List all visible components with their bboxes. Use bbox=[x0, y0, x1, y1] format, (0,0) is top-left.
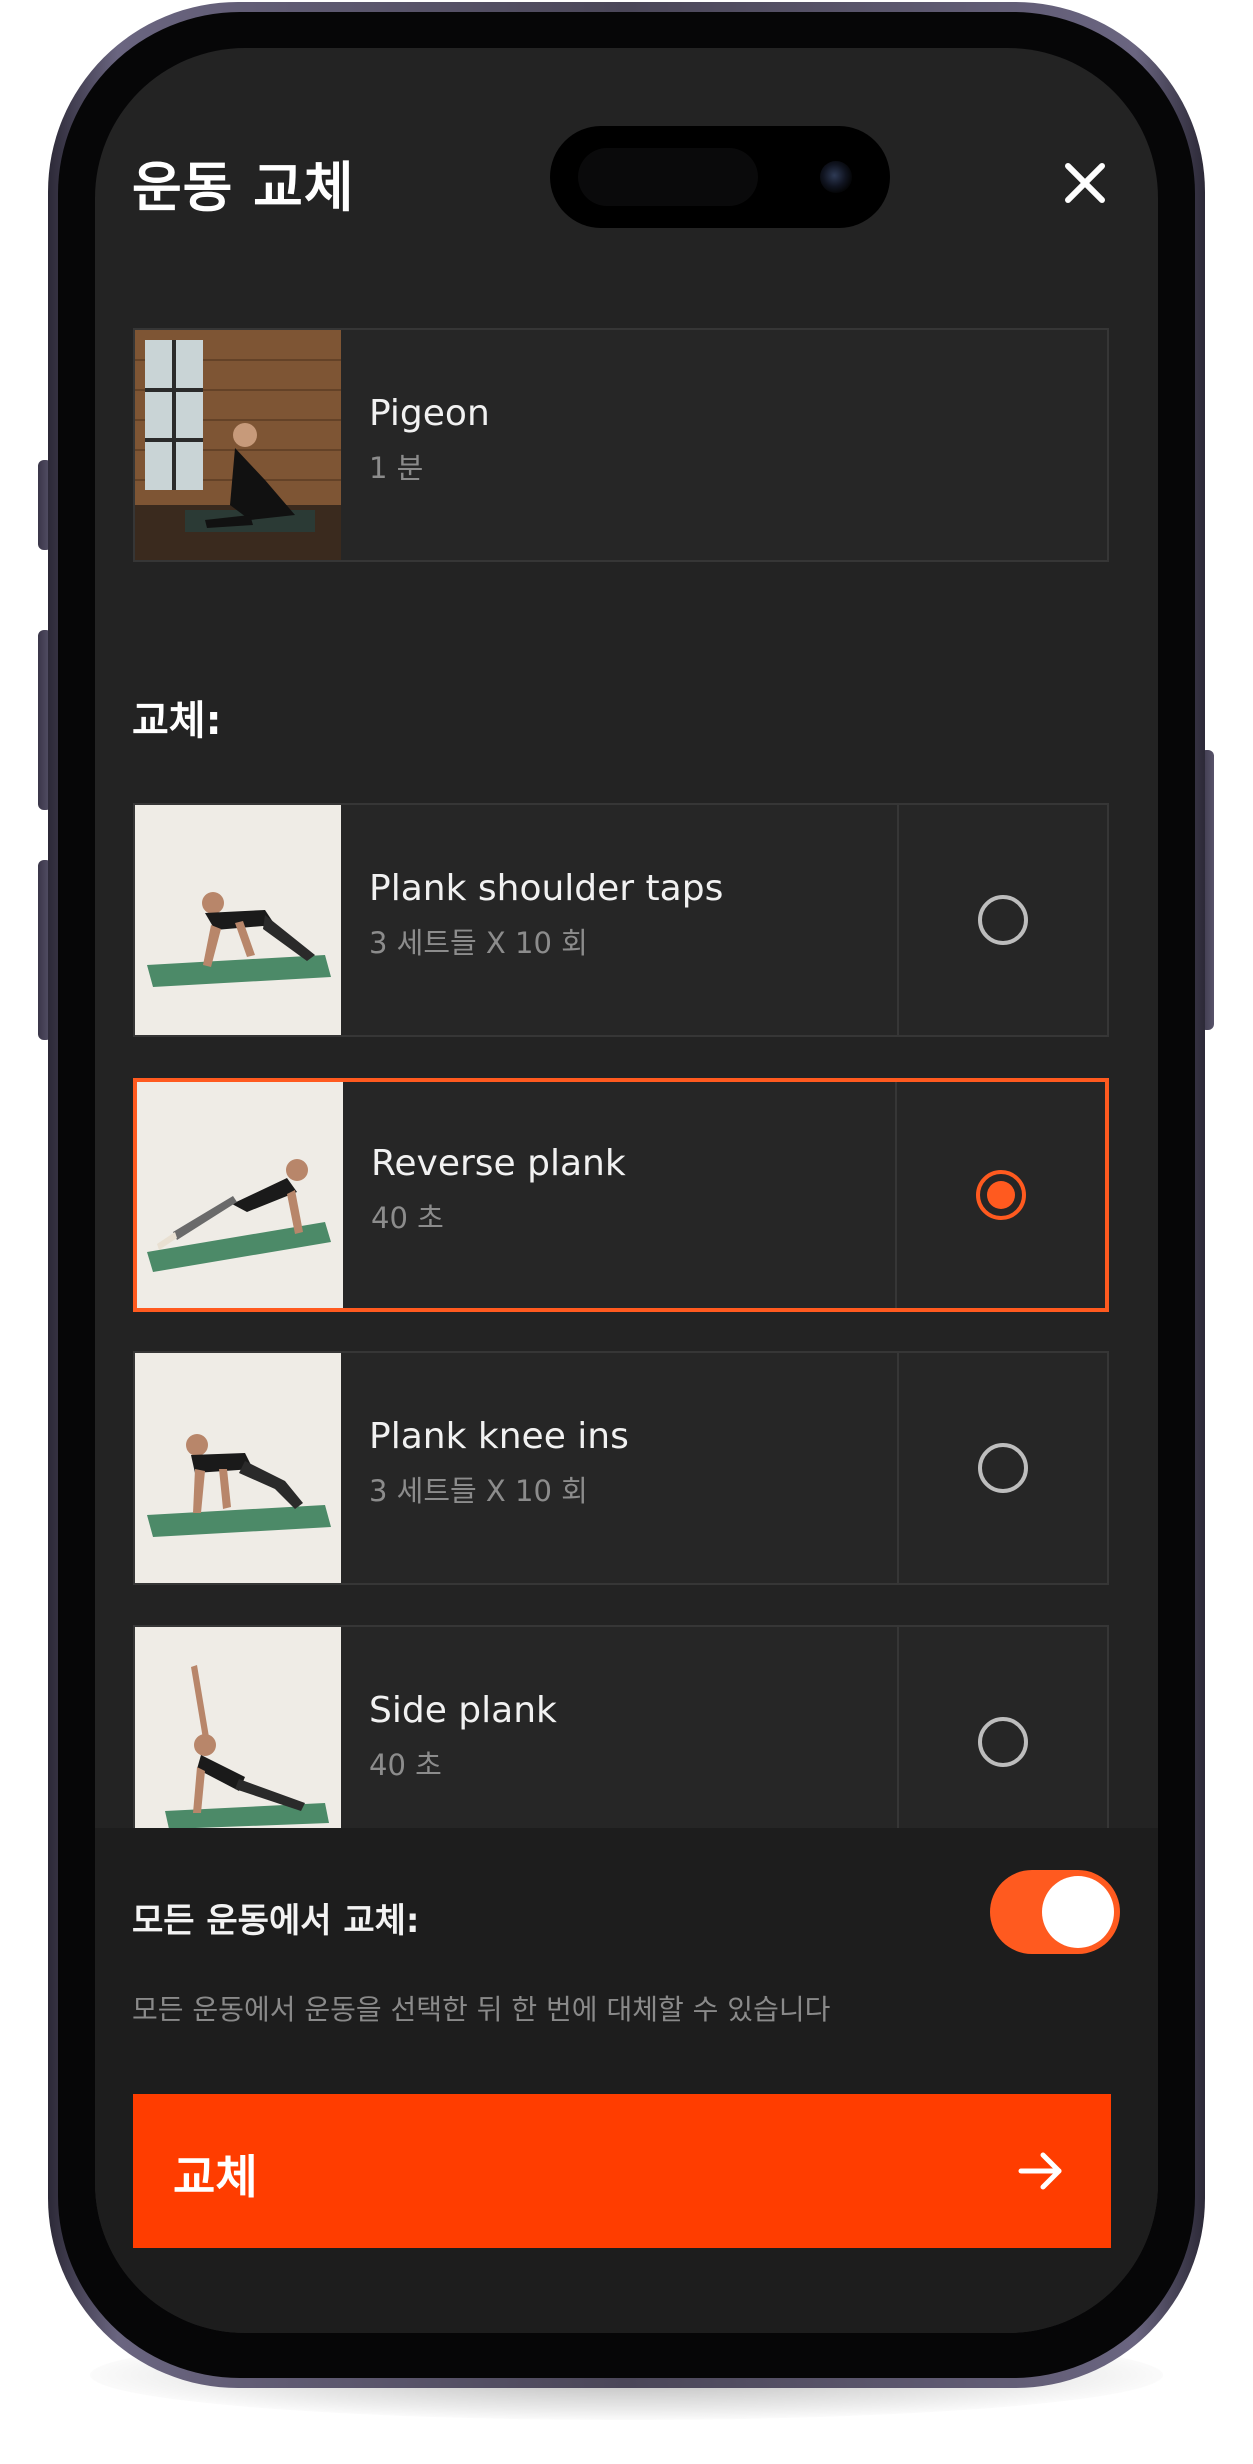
radio-icon[interactable] bbox=[978, 895, 1028, 945]
exercise-detail: 40 초 bbox=[369, 1748, 442, 1782]
replace-button-label: 교체 bbox=[173, 2150, 258, 2204]
app-screen: 운동 교체 Pigeon 1 분 교체: Plank shoulder taps… bbox=[95, 48, 1158, 2333]
replace-all-description: 모든 운동에서 운동을 선택한 뒤 한 번에 대체할 수 있습니다 bbox=[132, 1993, 831, 2026]
current-exercise-name: Pigeon bbox=[369, 393, 490, 434]
exercise-option-card-selected[interactable]: Reverse plank 40 초 bbox=[133, 1078, 1109, 1312]
exercise-name: Reverse plank bbox=[371, 1143, 626, 1184]
exercise-name: Plank shoulder taps bbox=[369, 868, 724, 909]
toggle-knob bbox=[1042, 1876, 1114, 1948]
dynamic-island bbox=[550, 126, 890, 228]
close-button[interactable] bbox=[1050, 148, 1120, 218]
radio-cell[interactable] bbox=[897, 1627, 1107, 1857]
replace-all-toggle[interactable] bbox=[990, 1870, 1120, 1954]
exercise-option-card[interactable]: Plank shoulder taps 3 세트들 X 10 회 bbox=[133, 803, 1109, 1037]
radio-icon[interactable] bbox=[978, 1717, 1028, 1767]
radio-cell[interactable] bbox=[895, 1082, 1105, 1308]
exercise-detail: 40 초 bbox=[371, 1201, 444, 1235]
replace-button[interactable]: 교체 bbox=[133, 2094, 1111, 2248]
camera-icon bbox=[820, 161, 852, 193]
current-exercise-card: Pigeon 1 분 bbox=[133, 328, 1109, 562]
exercise-thumbnail bbox=[135, 1353, 341, 1583]
exercise-thumbnail bbox=[135, 805, 341, 1035]
exercise-option-card[interactable]: Side plank 40 초 bbox=[133, 1625, 1109, 1859]
radio-cell[interactable] bbox=[897, 1353, 1107, 1583]
exercise-thumbnail bbox=[137, 1082, 343, 1308]
radio-selected-icon[interactable] bbox=[976, 1170, 1026, 1220]
replace-all-label: 모든 운동에서 교체: bbox=[132, 1901, 420, 1941]
radio-cell[interactable] bbox=[897, 805, 1107, 1035]
page-title: 운동 교체 bbox=[132, 156, 355, 219]
replace-section-label: 교체: bbox=[132, 698, 222, 744]
exercise-thumbnail bbox=[135, 1627, 341, 1857]
close-icon bbox=[1065, 163, 1105, 203]
exercise-name: Plank knee ins bbox=[369, 1416, 629, 1457]
exercise-option-card[interactable]: Plank knee ins 3 세트들 X 10 회 bbox=[133, 1351, 1109, 1585]
exercise-name: Side plank bbox=[369, 1690, 557, 1731]
current-exercise-thumbnail bbox=[135, 330, 341, 560]
arrow-right-icon bbox=[1018, 2152, 1062, 2190]
exercise-detail: 3 세트들 X 10 회 bbox=[369, 1474, 588, 1508]
current-exercise-duration: 1 분 bbox=[369, 451, 424, 485]
radio-icon[interactable] bbox=[978, 1443, 1028, 1493]
current-exercise-info: Pigeon 1 분 bbox=[369, 392, 490, 486]
exercise-detail: 3 세트들 X 10 회 bbox=[369, 926, 588, 960]
